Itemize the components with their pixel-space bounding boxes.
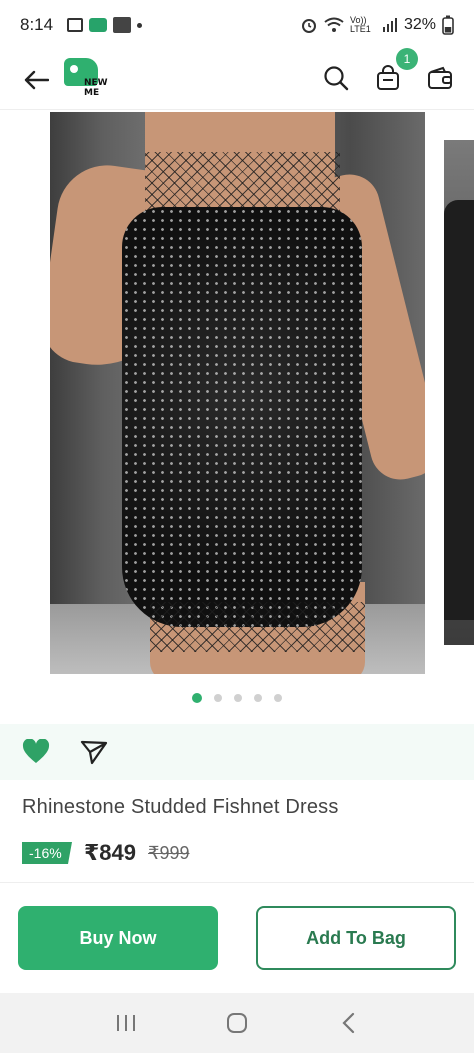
status-right: Vo)) LTE1 32% xyxy=(300,15,454,35)
product-title: Rhinestone Studded Fishnet Dress xyxy=(22,796,339,818)
product-image[interactable] xyxy=(50,112,425,674)
status-bar: 8:14 Vo)) LTE1 32% xyxy=(0,0,474,50)
signal-icon xyxy=(382,18,397,32)
status-time: 8:14 xyxy=(20,15,54,34)
game-notification-icon xyxy=(89,18,108,32)
bag-count-badge: 1 xyxy=(396,48,418,70)
carousel-dot-4[interactable] xyxy=(254,694,262,702)
search-icon xyxy=(324,66,349,91)
bag-button[interactable]: 1 xyxy=(372,48,418,94)
section-divider xyxy=(0,882,474,883)
wishlist-button[interactable] xyxy=(22,738,50,766)
add-to-bag-button[interactable]: Add To Bag xyxy=(256,906,456,970)
send-icon xyxy=(80,740,108,765)
heart-icon xyxy=(22,739,50,763)
wallet-icon xyxy=(428,66,452,89)
discount-badge: -16% xyxy=(22,842,72,864)
share-button[interactable] xyxy=(80,738,108,766)
carousel-dot-5[interactable] xyxy=(274,694,282,702)
next-product-image-preview[interactable] xyxy=(444,140,474,645)
wallet-button[interactable] xyxy=(424,62,456,94)
logo-text-line2: ME xyxy=(84,88,100,98)
recent-apps-icon xyxy=(116,1015,135,1031)
wifi-icon xyxy=(324,17,344,32)
system-navigation-bar xyxy=(0,993,474,1053)
arrow-left-icon xyxy=(24,70,49,90)
search-button[interactable] xyxy=(320,62,352,94)
carousel-dot-3[interactable] xyxy=(234,694,242,702)
system-back-button[interactable] xyxy=(328,1003,368,1043)
app-notification-icon xyxy=(113,17,132,33)
gallery-notification-icon xyxy=(67,18,84,32)
next-photo-dress xyxy=(444,200,474,620)
selling-price: ₹849 xyxy=(84,840,137,865)
app-header: NEW ME 1 xyxy=(0,48,474,110)
original-price: ₹999 xyxy=(148,842,190,863)
carousel-indicator xyxy=(0,693,474,703)
shopping-bag-icon xyxy=(377,65,399,90)
header-actions: 1 xyxy=(320,48,456,94)
battery-icon xyxy=(442,15,454,35)
recent-apps-button[interactable] xyxy=(106,1003,146,1043)
logo-text: NEW ME xyxy=(84,78,108,98)
product-image-carousel[interactable] xyxy=(0,110,474,690)
home-button[interactable] xyxy=(217,1003,257,1043)
logo-text-line1: NEW xyxy=(84,78,108,88)
brand-logo[interactable]: NEW ME xyxy=(64,56,114,104)
status-left: 8:14 xyxy=(20,15,143,35)
price-row: -16% ₹849 ₹999 xyxy=(22,840,190,866)
battery-percent: 32% xyxy=(403,16,436,33)
home-icon xyxy=(226,1013,247,1033)
back-button[interactable] xyxy=(18,62,54,98)
buy-now-button[interactable]: Buy Now xyxy=(18,906,218,970)
carousel-dot-1[interactable] xyxy=(192,693,202,703)
photo-fishnet-hem xyxy=(150,602,365,652)
alarm-icon xyxy=(301,19,316,33)
network-label: Vo)) LTE1 xyxy=(349,15,371,34)
photo-dress xyxy=(122,207,362,627)
chevron-left-icon xyxy=(342,1012,355,1034)
more-notifications-icon xyxy=(137,22,143,28)
product-actions-row xyxy=(0,724,474,780)
carousel-dot-2[interactable] xyxy=(214,694,222,702)
purchase-actions: Buy Now Add To Bag xyxy=(18,906,456,970)
